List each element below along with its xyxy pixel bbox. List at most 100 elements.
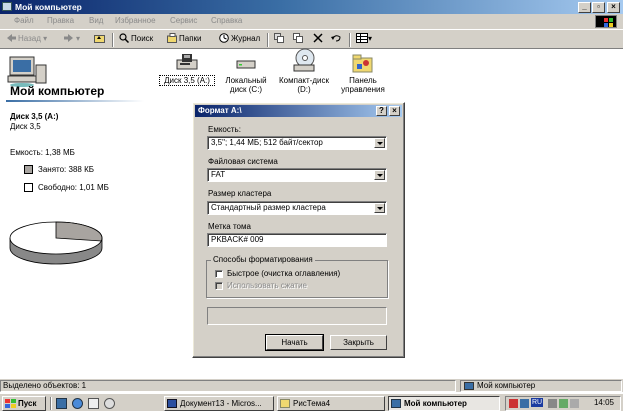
title-underline	[6, 100, 144, 102]
close-button[interactable]: ×	[607, 2, 620, 13]
drive-c-label-line2: диск (C:)	[229, 85, 263, 94]
window-title-bar[interactable]: Мой компьютер _ ▫ ×	[0, 0, 623, 14]
outlook-express-icon[interactable]	[88, 398, 99, 409]
compression-label: Использовать сжатие	[227, 281, 308, 290]
up-folder-button[interactable]	[94, 33, 106, 45]
control-panel-label-line2: управления	[341, 85, 385, 94]
task-my-computer[interactable]: Мой компьютер	[388, 396, 500, 411]
used-legend-swatch	[24, 165, 33, 174]
taskbar: Пуск Документ13 - Micros... РисТема4 Мой…	[0, 393, 623, 411]
filesystem-dropdown-arrow-icon[interactable]	[374, 170, 385, 180]
menu-edit[interactable]: Правка	[47, 16, 74, 25]
history-label: Журнал	[231, 34, 261, 43]
folders-label: Папки	[179, 34, 202, 43]
menu-bar: Файл Правка Вид Избранное Сервис Справка	[0, 14, 623, 29]
minimize-button[interactable]: _	[578, 2, 591, 13]
history-icon	[219, 33, 229, 43]
drive-d-label-line1: Компакт-диск	[279, 76, 329, 85]
tray-misc-icon[interactable]	[570, 399, 579, 408]
cluster-size-select[interactable]: Стандартный размер кластера	[207, 201, 387, 215]
forward-button[interactable]: ▾	[64, 33, 80, 45]
system-tray: RU 14:05	[505, 396, 621, 411]
menu-help[interactable]: Справка	[211, 16, 242, 25]
format-options-title: Способы форматирования	[211, 255, 315, 264]
status-location: Мой компьютер	[477, 381, 536, 390]
menu-file[interactable]: Файл	[14, 16, 34, 25]
filesystem-select-value: FAT	[211, 170, 226, 179]
folder-icon	[280, 399, 290, 408]
toolbar-separator	[112, 33, 114, 47]
start-format-button[interactable]: Начать	[265, 334, 324, 351]
task-ristema4-folder[interactable]: РисТема4	[277, 396, 385, 411]
capacity-field-label: Емкость:	[208, 125, 241, 134]
dialog-help-button[interactable]: ?	[376, 106, 387, 116]
task-word-document[interactable]: Документ13 - Micros...	[164, 396, 274, 411]
task-my-computer-label: Мой компьютер	[404, 399, 467, 408]
language-indicator[interactable]: RU	[531, 398, 544, 407]
hard-disk-icon	[235, 52, 257, 74]
computer-icon	[464, 382, 474, 390]
menu-tools[interactable]: Сервис	[170, 16, 197, 25]
toolbar-separator	[349, 33, 351, 47]
back-button[interactable]: Назад ▾	[6, 33, 47, 45]
quick-format-checkbox[interactable]	[215, 270, 223, 278]
menu-favorites[interactable]: Избранное	[115, 16, 156, 25]
capacity-select[interactable]: 3,5"; 1,44 МБ; 512 байт/сектор	[207, 136, 387, 150]
move-to-button[interactable]	[274, 33, 286, 45]
tray-agent-icon[interactable]	[559, 399, 568, 408]
drive-c-icon[interactable]: Локальный диск (C:)	[219, 52, 273, 94]
dialog-close-button[interactable]: ×	[389, 106, 400, 116]
move-to-icon	[274, 33, 284, 43]
window-title: Мой компьютер	[15, 2, 82, 12]
cluster-dropdown-arrow-icon[interactable]	[374, 203, 385, 213]
capacity-label: Емкость: 1,38 МБ	[10, 148, 75, 157]
cd-drive-icon	[292, 48, 316, 74]
tray-network-icon[interactable]	[520, 399, 529, 408]
copy-to-icon	[293, 33, 303, 43]
views-button[interactable]: ▾	[356, 33, 372, 45]
folders-button[interactable]: Папки	[167, 33, 202, 45]
format-dialog: Формат A:\ ? × Емкость: 3,5"; 1,44 МБ; 5…	[192, 102, 405, 358]
floppy-drive-icon	[176, 52, 198, 74]
control-panel-icon[interactable]: Панель управления	[336, 52, 390, 94]
dialog-title-bar[interactable]: Формат A:\ ? ×	[195, 105, 402, 117]
selected-drive-type: Диск 3,5	[10, 122, 41, 131]
selected-drive-title: Диск 3,5 (A:)	[10, 112, 59, 121]
search-button[interactable]: Поиск	[119, 33, 153, 45]
copy-to-button[interactable]	[293, 33, 305, 45]
drive-d-label-line2: (D:)	[297, 85, 311, 94]
volume-label-input[interactable]: PKBACK# 009	[207, 233, 387, 247]
status-selected-count: Выделено объектов: 1	[0, 380, 456, 392]
history-button[interactable]: Журнал	[219, 33, 260, 45]
quick-format-label[interactable]: Быстрое (очистка оглавления)	[227, 269, 340, 278]
status-bar: Выделено объектов: 1 Мой компьютер	[0, 378, 623, 392]
close-dialog-button[interactable]: Закрыть	[330, 335, 387, 350]
menu-view[interactable]: Вид	[89, 16, 103, 25]
drive-a-icon[interactable]: Диск 3,5 (A:)	[159, 52, 215, 86]
capacity-select-value: 3,5"; 1,44 МБ; 512 байт/сектор	[211, 138, 323, 147]
drive-a-label: Диск 3,5 (A:)	[159, 75, 215, 86]
pie-used-slice	[55, 221, 103, 242]
volume-label-label: Метка тома	[208, 222, 251, 231]
windows-logo-icon	[595, 15, 617, 28]
cluster-size-select-value: Стандартный размер кластера	[211, 203, 326, 212]
internet-explorer-icon[interactable]	[72, 398, 83, 409]
drive-c-label-line1: Локальный	[225, 76, 267, 85]
undo-button[interactable]	[331, 33, 343, 45]
drive-d-icon[interactable]: Компакт-диск (D:)	[276, 48, 332, 94]
tray-app-icon[interactable]	[509, 399, 518, 408]
control-panel-label-line1: Панель	[349, 76, 377, 85]
up-folder-icon	[94, 33, 105, 43]
task-word-label: Документ13 - Micros...	[180, 399, 262, 408]
views-grid-icon	[356, 33, 368, 43]
show-desktop-icon[interactable]	[56, 398, 67, 409]
cluster-size-label: Размер кластера	[208, 189, 272, 198]
media-player-icon[interactable]	[104, 398, 115, 409]
tray-speaker-icon[interactable]	[548, 399, 557, 408]
maximize-button[interactable]: ▫	[592, 2, 605, 13]
start-button[interactable]: Пуск	[2, 396, 46, 411]
capacity-dropdown-arrow-icon[interactable]	[374, 138, 385, 148]
delete-button[interactable]	[313, 33, 325, 45]
filesystem-select[interactable]: FAT	[207, 168, 387, 182]
start-label: Пуск	[18, 399, 37, 408]
